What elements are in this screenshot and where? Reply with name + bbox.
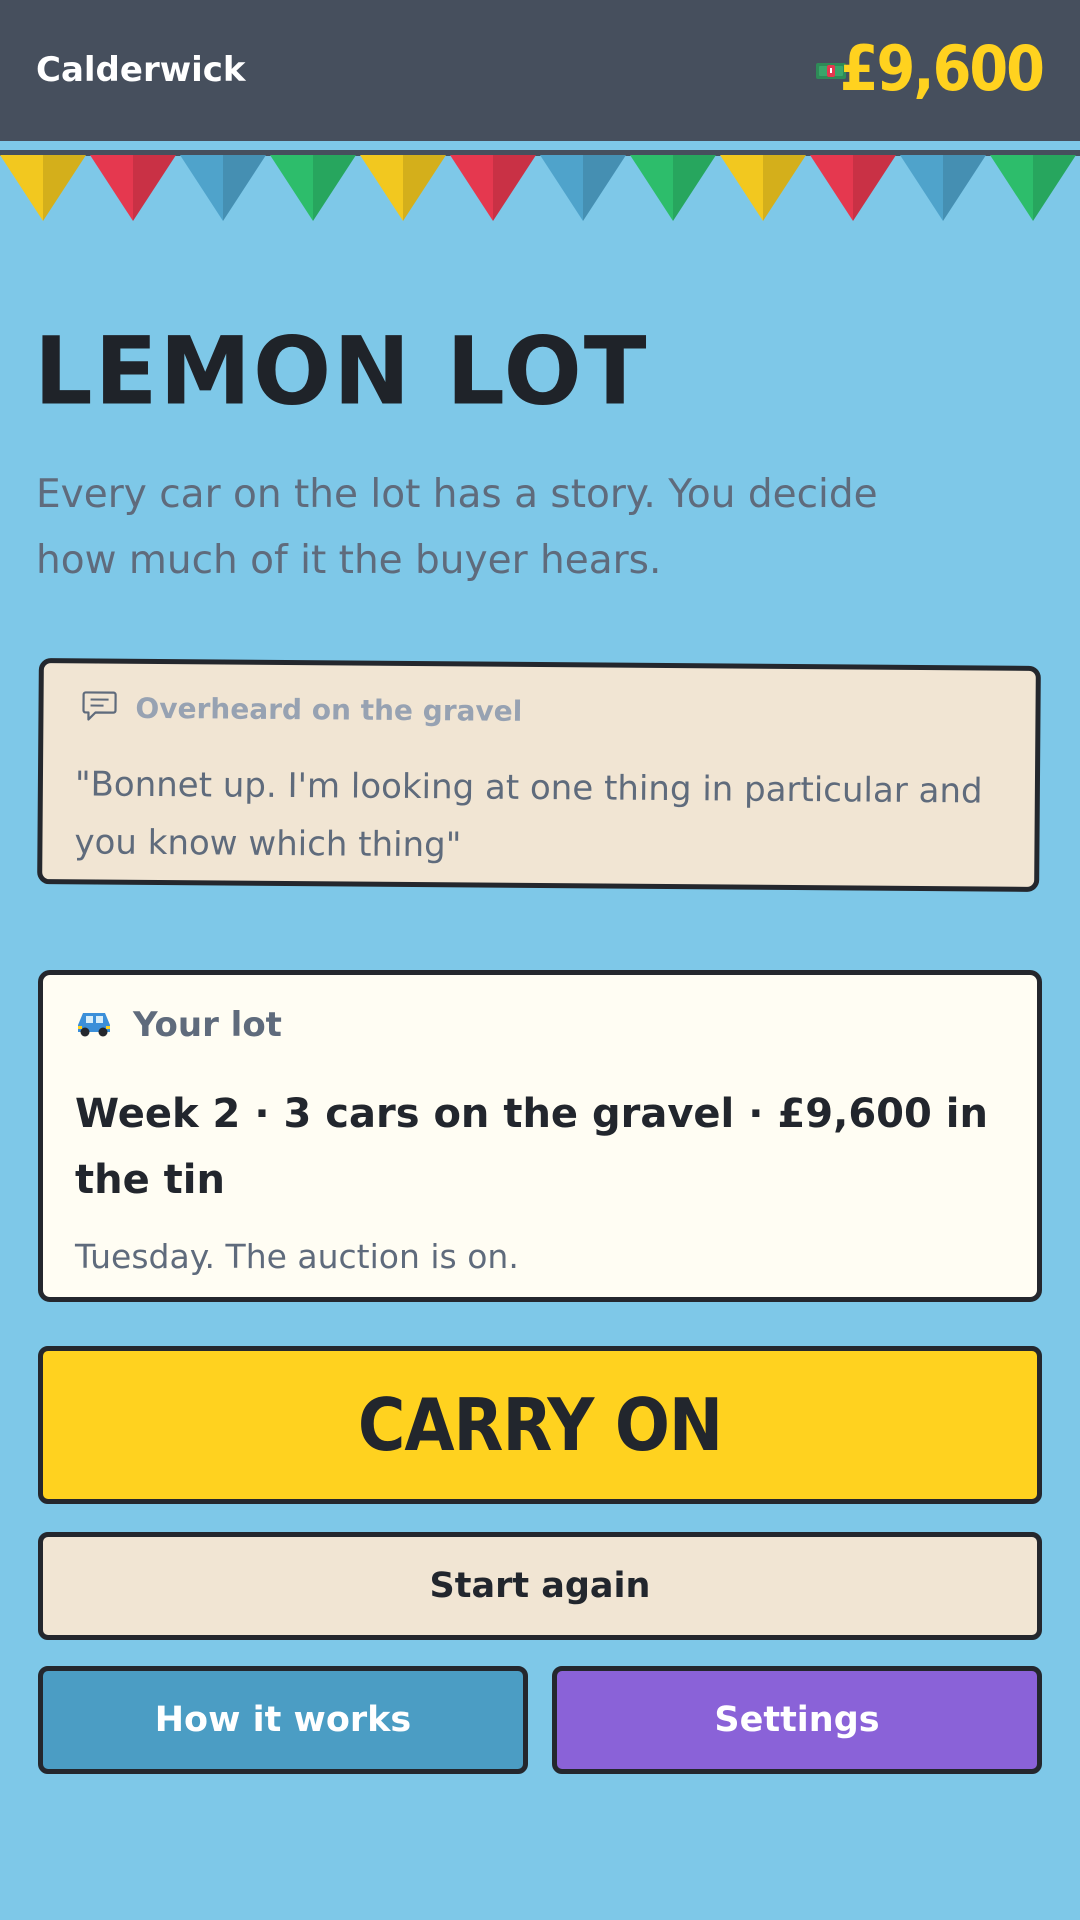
tagline: Every car on the lot has a story. You de… xyxy=(36,472,878,583)
bunting-flag xyxy=(630,155,716,221)
overheard-quote: "Bonnet up. I'm looking at one thing in … xyxy=(74,764,983,866)
week-label: Week 2 xyxy=(75,1091,241,1137)
cars-count: 3 cars on the gravel xyxy=(283,1091,735,1137)
lot-status: Week 2 · 3 cars on the gravel · £9,600 in th… xyxy=(75,1081,1015,1213)
how-it-works-button[interactable]: How it works xyxy=(38,1666,528,1774)
overheard-card: Overheard on the gravel "Bonnet up. I'm … xyxy=(37,658,1041,892)
bunting-flag xyxy=(720,155,806,221)
bunting-flag xyxy=(900,155,986,221)
bunting-flag xyxy=(360,155,446,221)
bunting-flag xyxy=(270,155,356,221)
bunting-flag xyxy=(450,155,536,221)
game-title: LEMON LOT xyxy=(34,316,649,427)
bunting-flag xyxy=(990,155,1076,221)
overheard-label: Overheard on the gravel xyxy=(135,691,523,728)
start-again-button[interactable]: Start again xyxy=(38,1532,1042,1640)
lot-note: Tuesday. The auction is on. xyxy=(75,1237,519,1276)
top-bar: Calderwick £9,600 xyxy=(0,0,1080,141)
town-name: Calderwick xyxy=(36,50,246,90)
bunting-flag xyxy=(0,155,86,221)
separator: · xyxy=(748,1091,764,1137)
car-icon xyxy=(78,1013,110,1037)
cash-amount: £9,600 xyxy=(839,32,1045,105)
separator: · xyxy=(254,1091,270,1137)
bunting-decoration xyxy=(0,150,1080,221)
your-lot-label: Your lot xyxy=(133,1005,282,1045)
settings-button[interactable]: Settings xyxy=(552,1666,1042,1774)
carry-on-button[interactable]: CARRY ON xyxy=(38,1346,1042,1504)
bunting-flag xyxy=(90,155,176,221)
bunting-flag xyxy=(540,155,626,221)
speech-bubble-icon xyxy=(82,691,117,721)
bunting-flag xyxy=(180,155,266,221)
bunting-flag xyxy=(810,155,896,221)
your-lot-card: Your lot Week 2 · 3 cars on the gravel · £9,… xyxy=(38,970,1042,1302)
